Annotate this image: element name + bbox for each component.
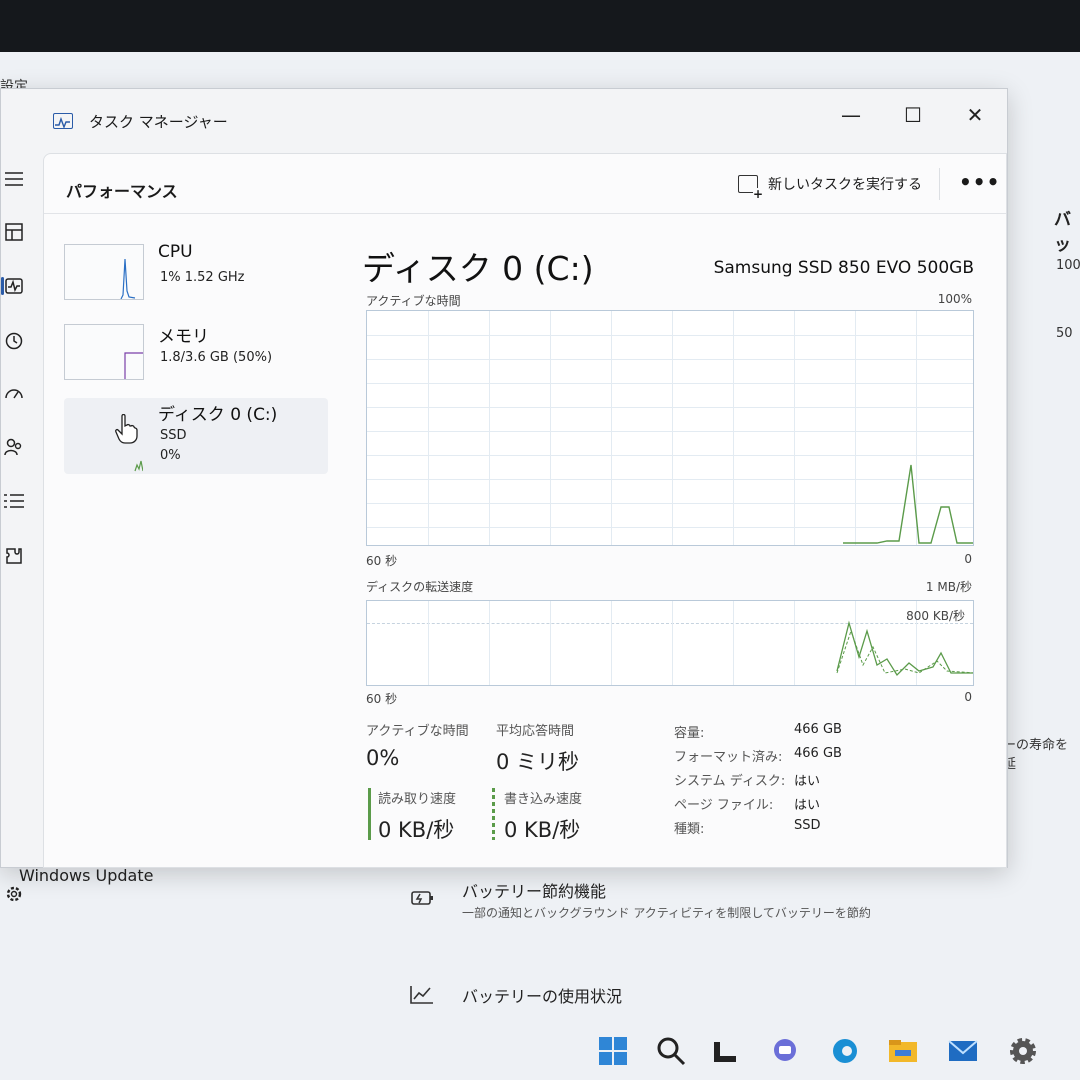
run-new-task-label: 新しいタスクを実行する <box>768 177 922 193</box>
device-usage: 0% <box>160 448 181 463</box>
read-speed-label: 読み取り速度 <box>378 792 457 807</box>
battery-level-100: 100 <box>1056 258 1080 273</box>
active-time-graph <box>366 310 974 546</box>
write-speed-value: 0 KB/秒 <box>504 818 581 842</box>
device-name: CPU <box>158 242 193 262</box>
device-disk-0[interactable]: ディスク 0 (C:) SSD 0% <box>64 398 328 474</box>
start-icon[interactable] <box>596 1034 630 1068</box>
capacity-label: 容量: <box>674 726 705 741</box>
page-file-value: はい <box>794 798 821 813</box>
close-button[interactable]: ✕ <box>953 97 997 133</box>
transfer-rate-graph: 800 KB/秒 <box>366 600 974 686</box>
disk-title: ディスク 0 (C:) <box>362 249 594 288</box>
file-explorer-icon[interactable] <box>886 1034 920 1068</box>
hand-cursor-icon <box>114 413 138 450</box>
formatted-value: 466 GB <box>794 746 842 761</box>
task-manager-app-icon <box>53 113 73 129</box>
page-header: パフォーマンス 新しいタスクを実行する ••• <box>44 154 1006 214</box>
performance-icon[interactable] <box>1 273 27 299</box>
mail-icon[interactable] <box>946 1034 980 1068</box>
run-new-task-button[interactable]: 新しいタスクを実行する <box>738 174 922 200</box>
read-speed-bar <box>368 788 371 840</box>
device-name: メモリ <box>158 327 209 347</box>
users-icon[interactable] <box>1 434 27 460</box>
active-time-min: 0 <box>964 552 972 566</box>
page-file-label: ページ ファイル: <box>674 798 774 813</box>
read-speed-value: 0 KB/秒 <box>378 818 455 842</box>
device-usage: 1% 1.52 GHz <box>160 270 245 285</box>
device-name: ディスク 0 (C:) <box>158 405 278 425</box>
memory-thumbnail-graph <box>64 324 144 380</box>
system-disk-label: システム ディスク: <box>674 774 786 789</box>
battery-saver-icon <box>411 891 433 905</box>
active-time-line <box>843 464 973 544</box>
active-time-span: 60 秒 <box>366 554 398 568</box>
header-divider <box>939 168 940 200</box>
nav-rail <box>1 145 41 902</box>
transfer-rate-max: 1 MB/秒 <box>925 580 972 594</box>
startup-apps-icon[interactable] <box>1 381 27 407</box>
settings-icon[interactable] <box>1 881 27 907</box>
device-cpu[interactable]: CPU 1% 1.52 GHz <box>64 240 328 316</box>
details-icon[interactable] <box>1 488 27 514</box>
active-time-stat-value: 0% <box>366 746 400 770</box>
hamburger-menu-icon[interactable] <box>1 166 27 192</box>
transfer-rate-caption: ディスクの転送速度 <box>366 580 474 594</box>
page-title: パフォーマンス <box>66 182 178 201</box>
screen-bezel <box>0 0 1080 52</box>
write-speed-label: 書き込み速度 <box>504 792 583 807</box>
battery-lifespan-text: ーの寿命を延 <box>1003 738 1069 772</box>
disk-type-value: SSD <box>794 818 821 833</box>
disk-model: Samsung SSD 850 EVO 500GB <box>713 258 974 278</box>
response-time-value: 0 ミリ秒 <box>496 750 580 774</box>
services-icon[interactable] <box>1 543 27 569</box>
transfer-rate-lines <box>836 620 973 677</box>
battery-level-50: 50 <box>1056 326 1073 341</box>
title-bar[interactable]: タスク マネージャー — ☐ ✕ <box>1 89 1007 145</box>
device-memory[interactable]: メモリ 1.8/3.6 GB (50%) <box>64 320 328 396</box>
formatted-label: フォーマット済み: <box>674 750 783 765</box>
settings-gear-icon[interactable] <box>1006 1034 1040 1068</box>
app-history-icon[interactable] <box>1 328 27 354</box>
response-time-label: 平均応答時間 <box>496 724 575 739</box>
search-icon[interactable] <box>654 1034 688 1068</box>
battery-usage-icon <box>410 986 433 1004</box>
new-task-icon <box>738 175 763 200</box>
transfer-rate-span: 60 秒 <box>366 692 398 706</box>
write-speed-bar <box>492 788 495 840</box>
capacity-value: 466 GB <box>794 722 842 737</box>
task-manager-window: タスク マネージャー — ☐ ✕ パフォーマンス + 新しいタスクを実行する •… <box>0 88 1008 902</box>
disk-type-label: 種類: <box>674 822 705 837</box>
minimize-button[interactable]: — <box>829 97 873 133</box>
more-options-button[interactable]: ••• <box>959 170 1000 194</box>
active-time-max: 100% <box>937 292 972 306</box>
cpu-thumbnail-graph <box>64 244 144 300</box>
battery-saver-description: 一部の通知とバックグラウンド アクティビティを制限してバッテリーを節約 <box>462 906 871 920</box>
system-disk-value: はい <box>794 774 821 789</box>
device-usage: 1.8/3.6 GB (50%) <box>160 350 273 365</box>
battery-usage-title[interactable]: バッテリーの使用状況 <box>462 983 622 1007</box>
performance-page: パフォーマンス 新しいタスクを実行する ••• CPU 1% 1.52 GHz … <box>43 153 1007 868</box>
maximize-button[interactable]: ☐ <box>891 97 935 133</box>
battery-saver-title[interactable]: バッテリー節約機能 <box>462 878 606 902</box>
active-time-stat-label: アクティブな時間 <box>366 724 469 739</box>
taskbar <box>580 1026 1080 1076</box>
window-title: タスク マネージャー <box>89 113 228 131</box>
edge-icon[interactable] <box>828 1034 862 1068</box>
widgets-icon[interactable] <box>708 1034 742 1068</box>
chat-icon[interactable] <box>768 1034 802 1068</box>
battery-heading-partial: バッ <box>1054 210 1071 255</box>
processes-icon[interactable] <box>1 219 27 245</box>
device-type: SSD <box>160 428 187 443</box>
active-time-caption: アクティブな時間 <box>366 294 461 308</box>
transfer-rate-min: 0 <box>964 690 972 704</box>
